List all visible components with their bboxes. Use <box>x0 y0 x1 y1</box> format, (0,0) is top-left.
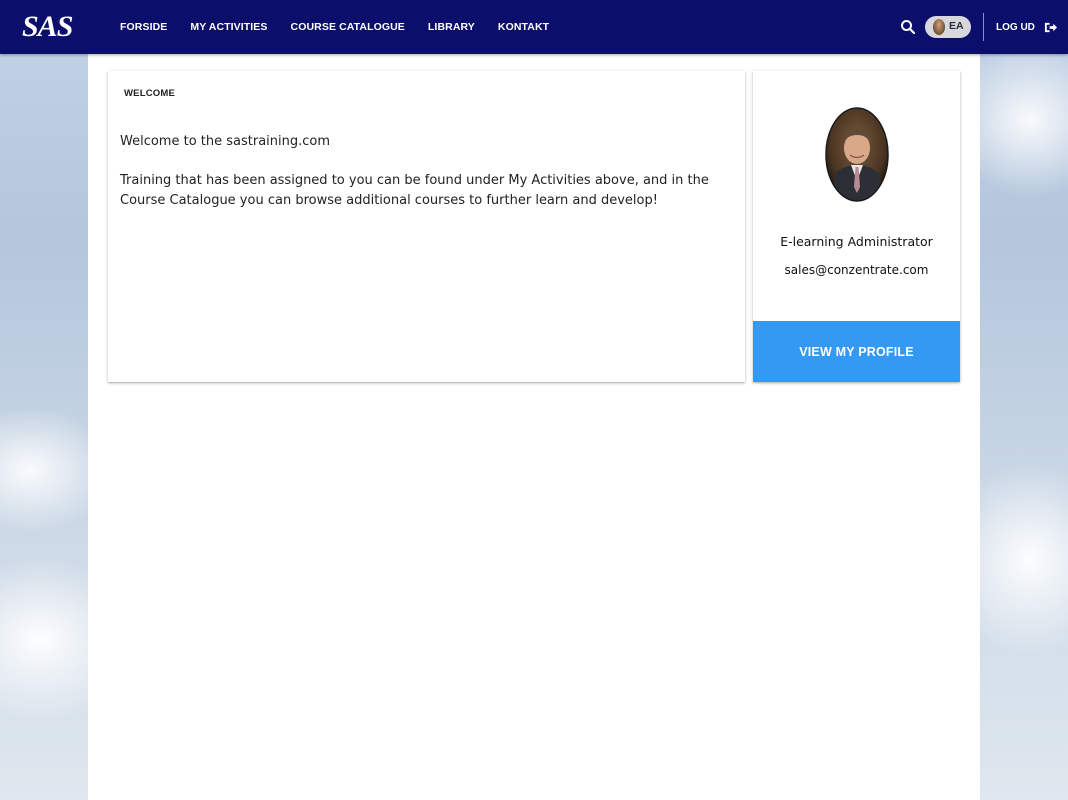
welcome-paragraph-1: Welcome to the sastraining.com <box>120 134 331 149</box>
nav-item-my-activities[interactable]: MY ACTIVITIES <box>190 21 267 33</box>
profile-card: E-learning Administrator sales@conzentra… <box>753 71 960 382</box>
sas-logo[interactable]: SAS <box>22 11 86 43</box>
profile-photo <box>825 107 889 202</box>
top-navigation-bar: SAS FORSIDE MY ACTIVITIES COURSE CATALOG… <box>0 0 1068 54</box>
logo-text: SAS <box>22 10 73 43</box>
logout-label: LOG UD <box>996 21 1035 33</box>
nav-item-kontakt[interactable]: KONTAKT <box>498 21 549 33</box>
header-divider <box>983 13 984 41</box>
main-content: WELCOME Welcome to the sastraining.com T… <box>88 54 980 800</box>
view-my-profile-button[interactable]: VIEW MY PROFILE <box>753 321 960 382</box>
user-avatar-mini <box>933 19 945 35</box>
nav-item-course-catalogue[interactable]: COURSE CATALOGUE <box>291 21 405 33</box>
logout-button[interactable]: LOG UD <box>996 20 1057 34</box>
profile-email: sales@conzentrate.com <box>784 263 929 277</box>
main-nav: FORSIDE MY ACTIVITIES COURSE CATALOGUE L… <box>120 0 572 54</box>
welcome-paragraph-2: Training that has been assigned to you c… <box>120 173 709 208</box>
search-icon[interactable] <box>900 19 916 35</box>
sign-out-icon <box>1044 22 1057 32</box>
user-initials: EA <box>949 20 964 32</box>
nav-item-library[interactable]: LIBRARY <box>428 21 475 33</box>
nav-item-forside[interactable]: FORSIDE <box>120 21 167 33</box>
profile-name: E-learning Administrator <box>780 234 933 249</box>
welcome-text: Welcome to the sastraining.com Training … <box>120 132 720 230</box>
welcome-card: WELCOME Welcome to the sastraining.com T… <box>108 71 745 382</box>
welcome-title: WELCOME <box>124 88 176 99</box>
user-menu-button[interactable]: EA <box>925 16 971 38</box>
